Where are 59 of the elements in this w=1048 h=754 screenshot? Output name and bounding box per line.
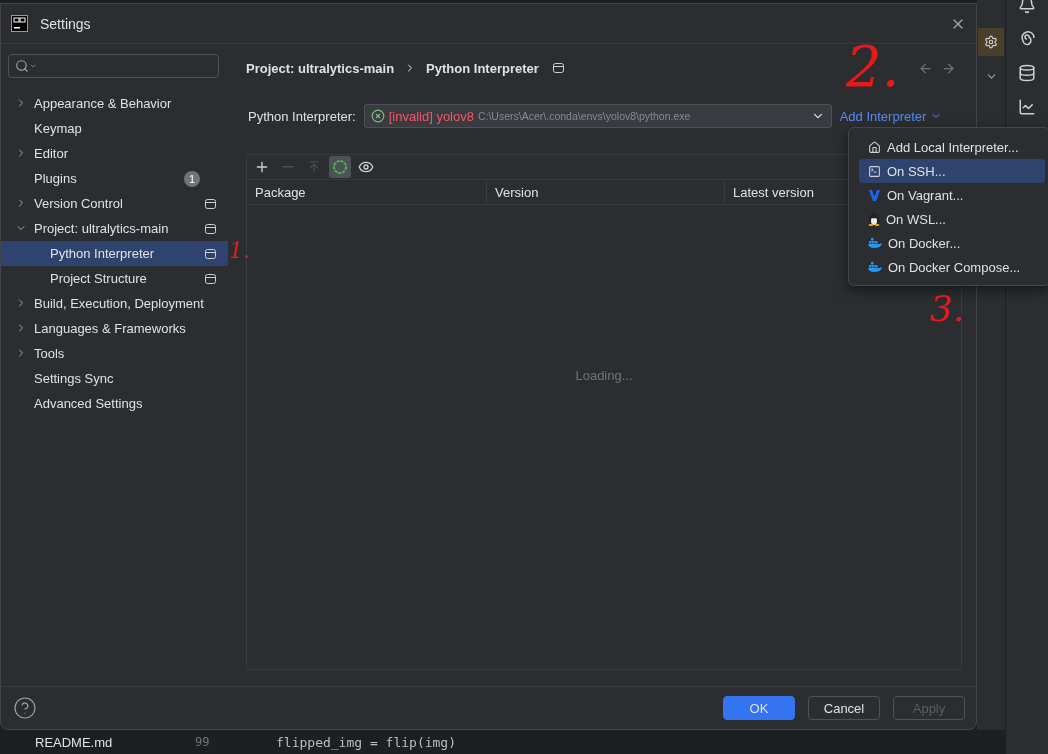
settings-nav-item[interactable]: Project: ultralytics-main — [1, 216, 228, 241]
settings-nav-item[interactable]: Keymap — [1, 116, 228, 141]
forward-arrow-icon[interactable] — [941, 60, 956, 76]
settings-nav-item[interactable]: Build, Execution, Deployment — [1, 291, 228, 316]
minus-icon — [282, 166, 294, 168]
settings-nav-item[interactable]: Version Control — [1, 191, 228, 216]
eye-icon — [358, 159, 374, 175]
file-tab[interactable]: README.md — [0, 734, 165, 750]
back-arrow-icon[interactable] — [918, 60, 933, 76]
chart-icon[interactable] — [1018, 98, 1036, 116]
settings-nav-item[interactable]: Project Structure — [1, 266, 228, 291]
caret-icon — [29, 62, 37, 70]
refresh-button[interactable] — [329, 156, 351, 178]
breadcrumb-item: Project: ultralytics-main — [246, 60, 395, 76]
menu-item[interactable]: On SSH... — [859, 159, 1045, 183]
gear-icon[interactable] — [984, 35, 998, 49]
settings-nav-item[interactable]: Tools — [1, 341, 228, 366]
spiral-icon[interactable] — [1018, 30, 1036, 48]
penguin-icon — [868, 212, 880, 226]
whale-icon — [868, 237, 882, 249]
window-title: Settings — [40, 15, 91, 32]
settings-nav-item[interactable]: Settings Sync — [1, 366, 228, 391]
dialog-button[interactable]: Cancel — [808, 696, 880, 720]
loading-text: Loading... — [575, 367, 633, 383]
spinner-icon — [332, 159, 348, 175]
menu-item[interactable]: Add Local Interpreter... — [859, 135, 1045, 159]
column-header[interactable]: Package — [247, 180, 486, 204]
settings-nav-item[interactable]: Languages & Frameworks — [1, 316, 228, 341]
menu-item[interactable]: On Docker... — [859, 231, 1045, 255]
add-interpreter-link[interactable]: Add Interpreter — [839, 108, 943, 124]
app-logo-icon — [11, 15, 28, 32]
search-icon — [15, 59, 29, 73]
whale-icon — [868, 261, 882, 273]
field-label: Python Interpreter: — [248, 108, 356, 124]
menu-item[interactable]: On WSL... — [859, 207, 1045, 231]
bell-icon[interactable] — [1018, 0, 1036, 14]
settings-nav-item[interactable]: Advanced Settings — [1, 391, 228, 416]
handwritten-note: 2. — [846, 34, 900, 99]
search-field[interactable] — [8, 54, 219, 78]
terminal-icon — [868, 164, 881, 178]
handwritten-note: 3. — [930, 288, 965, 329]
house-icon — [868, 140, 881, 154]
settings-nav-item[interactable]: Python Interpreter — [1, 241, 228, 266]
v-logo-icon — [868, 188, 881, 202]
count-badge: 1 — [184, 170, 200, 187]
plus-icon — [254, 159, 270, 175]
menu-item[interactable]: On Docker Compose... — [859, 255, 1045, 279]
upload-icon — [307, 160, 321, 174]
help-button[interactable] — [13, 696, 37, 720]
interpreter-dropdown[interactable]: [invalid] yolov8 C:\Users\Acer\.conda\envs\yolov8\python.exe — [363, 104, 832, 128]
settings-nav-item[interactable]: Appearance & Behavior — [1, 91, 228, 116]
code-line: flipped_img = flip(img) — [276, 734, 456, 750]
breadcrumb-item: Python Interpreter — [426, 60, 539, 76]
settings-nav-item[interactable]: Editor — [1, 141, 228, 166]
handwritten-note: 1. — [229, 238, 250, 263]
database-icon[interactable] — [1018, 64, 1036, 82]
settings-nav-item[interactable]: Plugins 1 — [1, 166, 228, 191]
line-number: 99 — [194, 735, 211, 749]
column-header[interactable]: Version — [486, 180, 724, 204]
